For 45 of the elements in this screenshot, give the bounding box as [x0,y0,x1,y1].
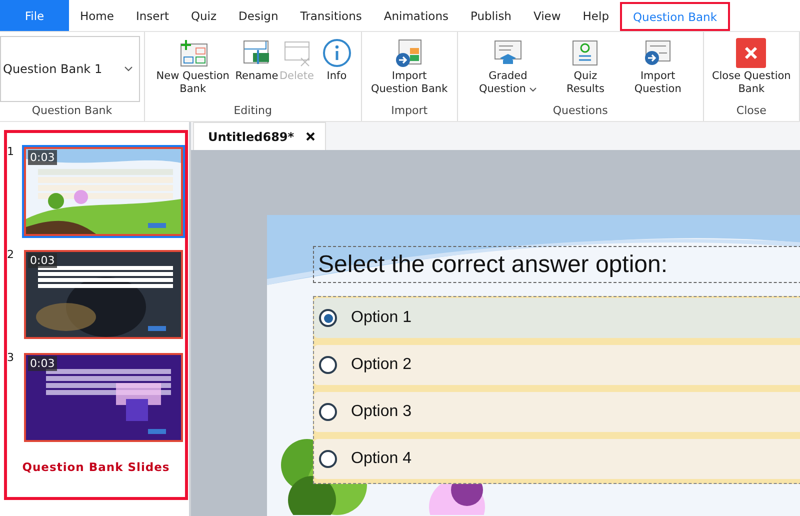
radio-button[interactable] [319,356,337,374]
question-text: Select the correct answer option: [313,246,800,283]
slide-thumbnail[interactable]: 0:03 [22,351,185,444]
question-bank-dropdown[interactable]: Question Bank 1 [0,36,140,102]
duration-badge: 0:03 [28,253,57,268]
info-icon [320,38,353,68]
caret-icon [528,87,537,92]
menu-tab[interactable]: File [0,0,69,31]
ribbon-button[interactable]: Rename [236,36,277,85]
option-label: Option 2 [351,356,412,374]
radio-button[interactable] [319,403,337,421]
answer-option[interactable]: Option 4 [314,439,800,479]
ribbon-button[interactable]: Close Question Bank [708,36,796,98]
close-icon [735,38,768,68]
group-label: Import [390,103,429,119]
ribbon-button[interactable]: Graded Question [462,36,554,98]
menu-tab[interactable]: Question Bank [620,2,730,31]
option-label: Option 1 [351,309,412,327]
option-label: Option 3 [351,403,412,421]
slide-thumbnail[interactable]: 0:03 [22,145,185,238]
close-icon[interactable] [306,132,316,141]
answer-option[interactable]: Option 2 [314,345,800,385]
slide-number: 3 [7,351,15,364]
panel-caption: Question Bank Slides [21,460,171,474]
slide-number: 2 [7,248,15,261]
group-label: Close [735,103,768,119]
ribbon-button[interactable]: Import Question Bank [366,36,453,98]
answer-option[interactable]: Option 3 [314,392,800,432]
ribbon-button[interactable]: Info [316,36,357,85]
ribbon-button[interactable]: New Question Bank [149,36,237,98]
ribbon-button[interactable]: Quiz Results [554,36,617,98]
group-label: Question Bank [30,103,114,119]
duration-badge: 0:03 [28,150,57,165]
radio-button[interactable] [319,450,337,468]
duration-badge: 0:03 [28,356,57,371]
option-label: Option 4 [351,450,412,468]
answer-option[interactable]: Option 1 [314,298,800,338]
group-label: Questions [552,103,609,119]
group-label: Editing [232,103,274,119]
slide-thumbnail[interactable]: 0:03 [22,248,185,341]
radio-button[interactable] [319,309,337,327]
document-tab[interactable]: Untitled689* [193,122,326,150]
slide-number: 1 [7,145,15,158]
ribbon-button[interactable]: Import Question [616,36,699,98]
chevron-down-icon [124,66,133,72]
